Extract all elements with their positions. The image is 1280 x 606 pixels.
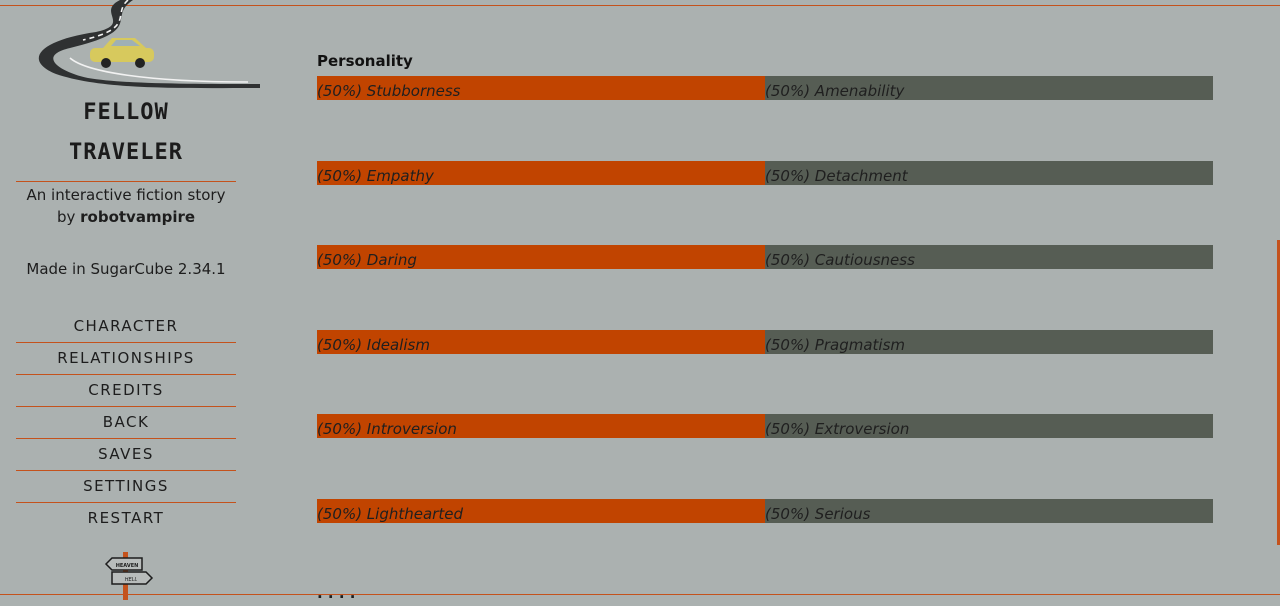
trait-right-label: (50%) Serious (765, 505, 871, 523)
menu-item-relationships[interactable]: RELATIONSHIPS (16, 343, 236, 375)
cut-off-heading: ······ (317, 0, 351, 8)
main-content: ······ Personality (50%) Stubborness(50%… (317, 0, 1217, 606)
by-label: by (56, 208, 76, 226)
trait-bar: (50%) Stubborness (50%) Amenability (317, 76, 1213, 100)
trait-left-label: (50%) Idealism (317, 336, 430, 354)
section-title: Personality (317, 52, 413, 70)
menu-item-restart[interactable]: RESTART (16, 503, 236, 534)
trait-right-label: (50%) Pragmatism (765, 336, 906, 354)
story-subtitle: An interactive fiction story by robotvam… (16, 184, 236, 228)
trait-bar: (50%) Empathy (50%) Detachment (317, 161, 1213, 185)
sidebar-menu: CHARACTER RELATIONSHIPS CREDITS BACK SAV… (16, 311, 236, 534)
trait-left-label: (50%) Stubborness (317, 82, 461, 100)
menu-item-character[interactable]: CHARACTER (16, 311, 236, 343)
menu-item-credits[interactable]: CREDITS (16, 375, 236, 407)
signpost-top-label: HEAVEN (116, 563, 139, 569)
menu-item-settings[interactable]: SETTINGS (16, 471, 236, 503)
trait-bar: (50%) Introversion (50%) Extroversion (317, 414, 1213, 438)
road-car-banner-image (38, 0, 260, 89)
trait-right-label: (50%) Cautiousness (765, 251, 915, 269)
trait-left-label: (50%) Empathy (317, 167, 434, 185)
cut-off-bottom-heading: · · · · (317, 588, 356, 606)
menu-item-saves[interactable]: SAVES (16, 439, 236, 471)
trait-left-label: (50%) Daring (317, 251, 417, 269)
menu-item-back[interactable]: BACK (16, 407, 236, 439)
trait-left-label: (50%) Introversion (317, 420, 457, 438)
trait-bar: (50%) Daring (50%) Cautiousness (317, 245, 1213, 269)
signpost-bottom-label: HELL (125, 577, 138, 583)
trait-bar: (50%) Idealism (50%) Pragmatism (317, 330, 1213, 354)
trait-right-label: (50%) Amenability (765, 82, 905, 100)
made-in-label: Made in SugarCube 2.34.1 (26, 260, 226, 278)
trait-left-label: (50%) Lighthearted (317, 505, 463, 523)
trait-right-label: (50%) Extroversion (765, 420, 910, 438)
subtitle-text: An interactive fiction story (26, 186, 226, 204)
trait-right-label: (50%) Detachment (765, 167, 908, 185)
story-title-line2: TRAVELER (69, 140, 183, 165)
author-name: robotvampire (80, 208, 196, 226)
title-rule (16, 181, 236, 182)
byline: by robotvampire (16, 206, 236, 228)
trait-bar: (50%) Lighthearted (50%) Serious (317, 499, 1213, 523)
signpost-icon: HEAVEN HELL (104, 552, 154, 600)
story-title-line1: FELLOW (83, 100, 169, 125)
sidebar: FELLOW TRAVELER An interactive fiction s… (0, 0, 260, 600)
